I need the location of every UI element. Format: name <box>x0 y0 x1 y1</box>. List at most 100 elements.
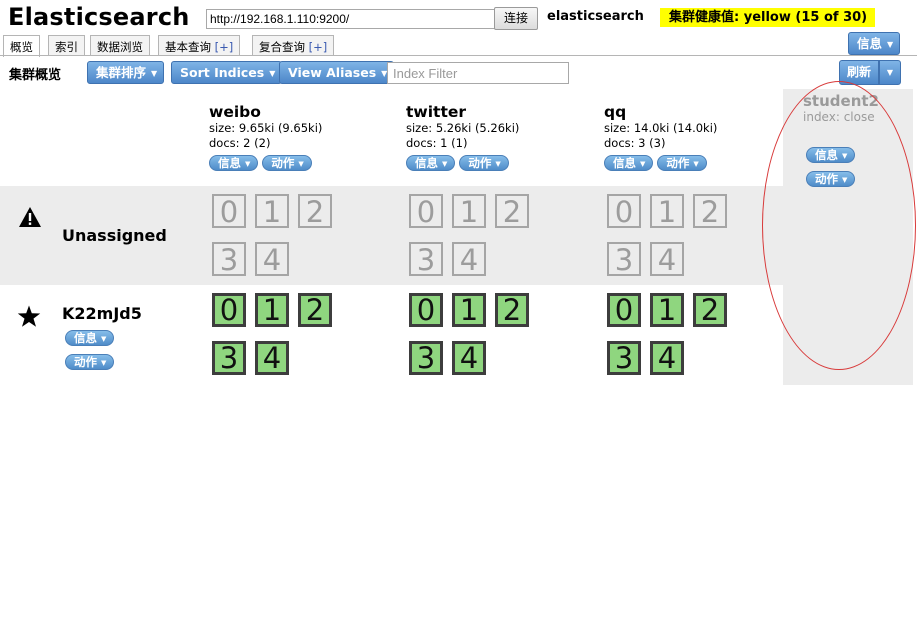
started-shard[interactable]: 4 <box>255 341 289 375</box>
unassigned-shard[interactable]: 0 <box>212 194 246 228</box>
pill-label: 动作 <box>468 156 492 170</box>
index-docs: docs: 2 (2) <box>209 136 271 150</box>
unassigned-shard[interactable]: 1 <box>452 194 486 228</box>
tab-basic-query[interactable]: 基本查询 [+] <box>158 35 241 56</box>
index-name: twitter <box>406 103 467 121</box>
chevron-down-icon: ▼ <box>101 359 107 367</box>
started-shard[interactable]: 4 <box>650 341 684 375</box>
chevron-down-icon: ▼ <box>887 40 894 49</box>
index-name: weibo <box>209 103 261 121</box>
top-bar: Elasticsearch 连接 elasticsearch 集群健康值: ye… <box>0 0 917 34</box>
unassigned-shard[interactable]: 0 <box>409 194 443 228</box>
unassigned-shard[interactable]: 2 <box>298 194 332 228</box>
sort-cluster-button[interactable]: 集群排序 ▼ <box>87 61 165 84</box>
info-menu-label: 信息 <box>857 36 883 51</box>
tab-label: 基本查询 <box>165 40 211 54</box>
started-shard[interactable]: 1 <box>650 293 684 327</box>
info-menu-button[interactable]: 信息 ▼ <box>848 32 901 55</box>
view-aliases-label: View Aliases <box>288 65 377 80</box>
pill-label: 信息 <box>74 331 97 345</box>
index-docs: docs: 3 (3) <box>604 136 666 150</box>
unassigned-shard[interactable]: 3 <box>409 242 443 276</box>
node-info-button[interactable]: 信息 ▼ <box>65 330 115 346</box>
unassigned-shard[interactable]: 2 <box>693 194 727 228</box>
index-filter-input[interactable] <box>387 62 569 84</box>
unassigned-shard[interactable]: 4 <box>650 242 684 276</box>
chevron-down-icon: ▼ <box>886 68 894 77</box>
started-shard[interactable]: 2 <box>495 293 529 327</box>
tab-overview[interactable]: 概览 <box>3 35 40 57</box>
started-shard[interactable]: 3 <box>409 341 443 375</box>
index-name: qq <box>604 103 627 121</box>
tab-divider <box>0 55 917 56</box>
index-size: size: 5.26ki (5.26ki) <box>406 121 520 135</box>
index-info-button[interactable]: 信息 ▼ <box>604 155 654 171</box>
tab-compound-query[interactable]: 复合查询 [+] <box>252 35 335 56</box>
node-buttons: 信息 ▼ 动作 ▼ <box>65 327 118 370</box>
pill-label: 动作 <box>74 355 97 369</box>
chevron-down-icon: ▼ <box>298 160 304 168</box>
star-icon <box>17 305 41 332</box>
cluster-name: elasticsearch <box>547 9 644 24</box>
chevron-down-icon: ▼ <box>245 160 251 168</box>
pill-label: 信息 <box>218 156 241 170</box>
started-shard[interactable]: 4 <box>452 341 486 375</box>
chevron-down-icon: ▼ <box>269 69 276 78</box>
cluster-overview-label: 集群概览 <box>9 68 62 83</box>
sort-indices-label: Sort Indices <box>180 65 265 80</box>
chevron-down-icon: ▼ <box>101 335 107 343</box>
started-shard[interactable]: 0 <box>409 293 443 327</box>
started-shard[interactable]: 2 <box>693 293 727 327</box>
index-size: size: 9.65ki (9.65ki) <box>209 121 323 135</box>
unassigned-shard[interactable]: 4 <box>255 242 289 276</box>
pill-label: 动作 <box>271 156 295 170</box>
started-shard[interactable]: 3 <box>607 341 641 375</box>
tab-label: 概览 <box>10 40 33 54</box>
sort-cluster-label: 集群排序 <box>96 65 147 80</box>
tab-indices[interactable]: 索引 <box>48 35 85 56</box>
view-aliases-button[interactable]: View Aliases ▼ <box>279 61 395 84</box>
pill-label: 信息 <box>613 156 636 170</box>
node-action-button[interactable]: 动作 ▼ <box>65 354 115 370</box>
started-shard[interactable]: 0 <box>607 293 641 327</box>
index-docs: docs: 1 (1) <box>406 136 468 150</box>
index-header-qq: qq size: 14.0ki (14.0ki) docs: 3 (3) 信息 ▼… <box>604 103 717 171</box>
started-shard[interactable]: 1 <box>452 293 486 327</box>
unassigned-shard[interactable]: 1 <box>255 194 289 228</box>
tab-browser[interactable]: 数据浏览 <box>90 35 150 56</box>
unassigned-shard[interactable]: 3 <box>607 242 641 276</box>
chevron-down-icon: ▼ <box>151 69 158 78</box>
cluster-url-input[interactable] <box>206 9 498 29</box>
connect-button[interactable]: 连接 <box>494 7 538 30</box>
annotation-ellipse <box>762 81 916 370</box>
started-shard[interactable]: 3 <box>212 341 246 375</box>
index-header-twitter: twitter size: 5.26ki (5.26ki) docs: 1 (1… <box>406 103 519 171</box>
unassigned-shard[interactable]: 2 <box>495 194 529 228</box>
index-header-weibo: weibo size: 9.65ki (9.65ki) docs: 2 (2) … <box>209 103 322 171</box>
index-action-button[interactable]: 动作 ▼ <box>657 155 707 171</box>
chevron-down-icon: ▼ <box>495 160 501 168</box>
chevron-down-icon: ▼ <box>693 160 699 168</box>
app-title: Elasticsearch <box>8 3 190 31</box>
tab-label: 索引 <box>55 40 78 54</box>
cluster-health-badge: 集群健康值: yellow (15 of 30) <box>660 8 876 27</box>
index-action-button[interactable]: 动作 ▼ <box>262 155 312 171</box>
started-shard[interactable]: 2 <box>298 293 332 327</box>
tab-plus: [+] <box>308 40 328 54</box>
pill-label: 动作 <box>666 156 690 170</box>
node-label: K22mJd5 <box>62 304 142 323</box>
refresh-options-button[interactable]: ▼ <box>879 60 901 85</box>
pill-label: 信息 <box>415 156 438 170</box>
unassigned-shard[interactable]: 1 <box>650 194 684 228</box>
unassigned-shard[interactable]: 0 <box>607 194 641 228</box>
started-shard[interactable]: 1 <box>255 293 289 327</box>
unassigned-shard[interactable]: 4 <box>452 242 486 276</box>
index-info-button[interactable]: 信息 ▼ <box>209 155 259 171</box>
unassigned-shard[interactable]: 3 <box>212 242 246 276</box>
sort-indices-button[interactable]: Sort Indices ▼ <box>171 61 283 84</box>
index-action-button[interactable]: 动作 ▼ <box>459 155 509 171</box>
started-shard[interactable]: 0 <box>212 293 246 327</box>
index-info-button[interactable]: 信息 ▼ <box>406 155 456 171</box>
chevron-down-icon: ▼ <box>442 160 448 168</box>
tab-label: 数据浏览 <box>97 40 143 54</box>
